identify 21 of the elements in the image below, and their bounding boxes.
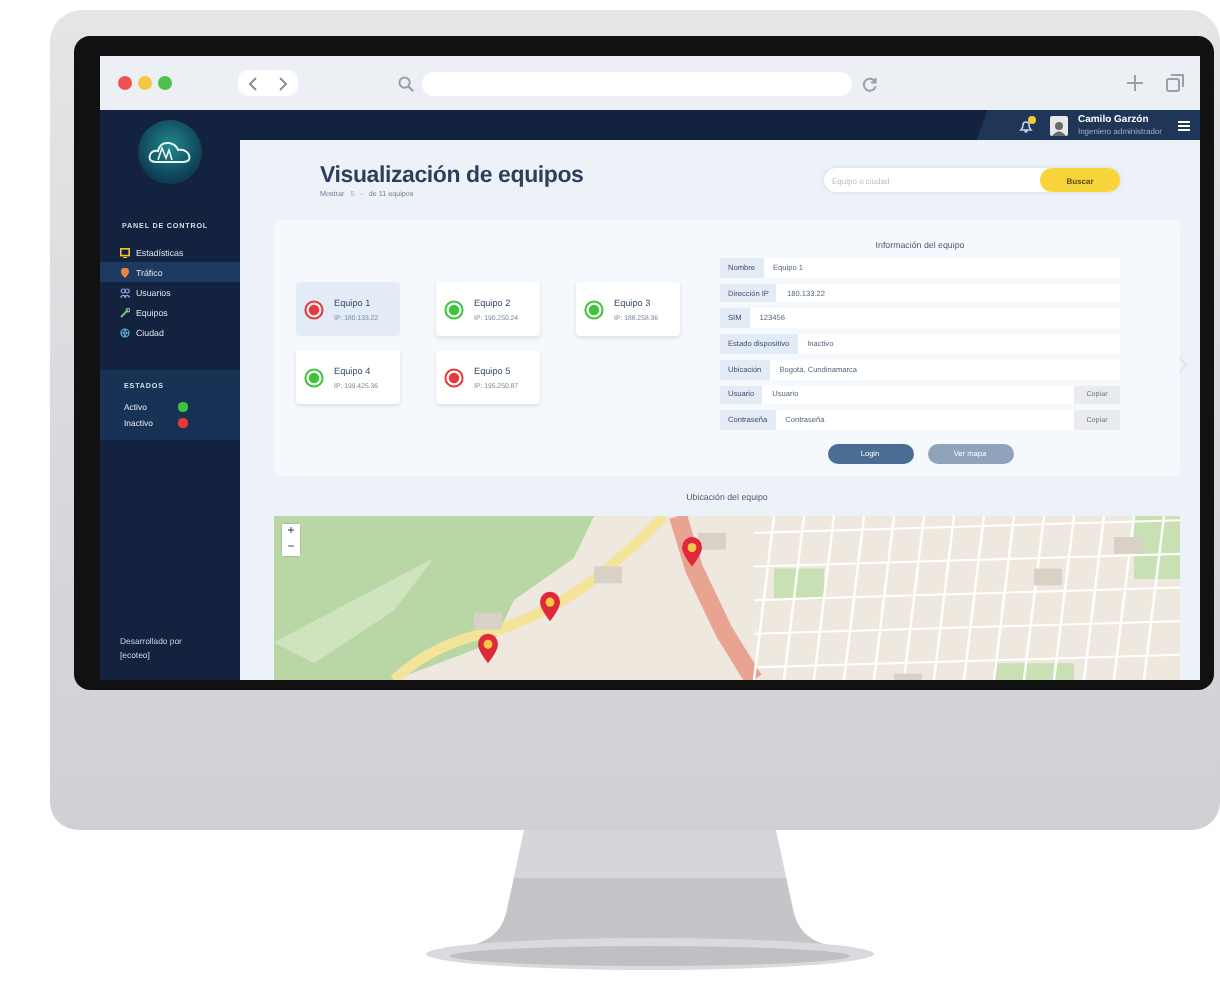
- globe-icon: [120, 327, 130, 337]
- map-pin-icon[interactable]: [478, 633, 498, 664]
- window-close-button[interactable]: [118, 76, 132, 90]
- back-icon[interactable]: [246, 75, 260, 91]
- avatar-photo: [1049, 115, 1068, 135]
- map-pin-icon[interactable]: [682, 537, 702, 567]
- location-pin-icon: [120, 267, 130, 277]
- new-tab-icon[interactable]: [1126, 74, 1144, 92]
- map-pin-icon[interactable]: [540, 591, 560, 622]
- forward-icon[interactable]: [276, 75, 290, 91]
- reload-icon[interactable]: [862, 75, 878, 91]
- wrench-icon: [120, 307, 130, 317]
- tabs-icon[interactable]: [1166, 74, 1184, 92]
- users-icon: [120, 287, 130, 297]
- bell-icon[interactable]: [1017, 117, 1034, 133]
- window-maximize-button[interactable]: [158, 76, 172, 90]
- cloud-logo-icon: [138, 120, 202, 184]
- page-title: Visualización de equipos: [320, 163, 584, 187]
- search-icon: [398, 75, 414, 91]
- monitor-icon: [120, 247, 130, 257]
- menu-icon[interactable]: [1178, 119, 1190, 131]
